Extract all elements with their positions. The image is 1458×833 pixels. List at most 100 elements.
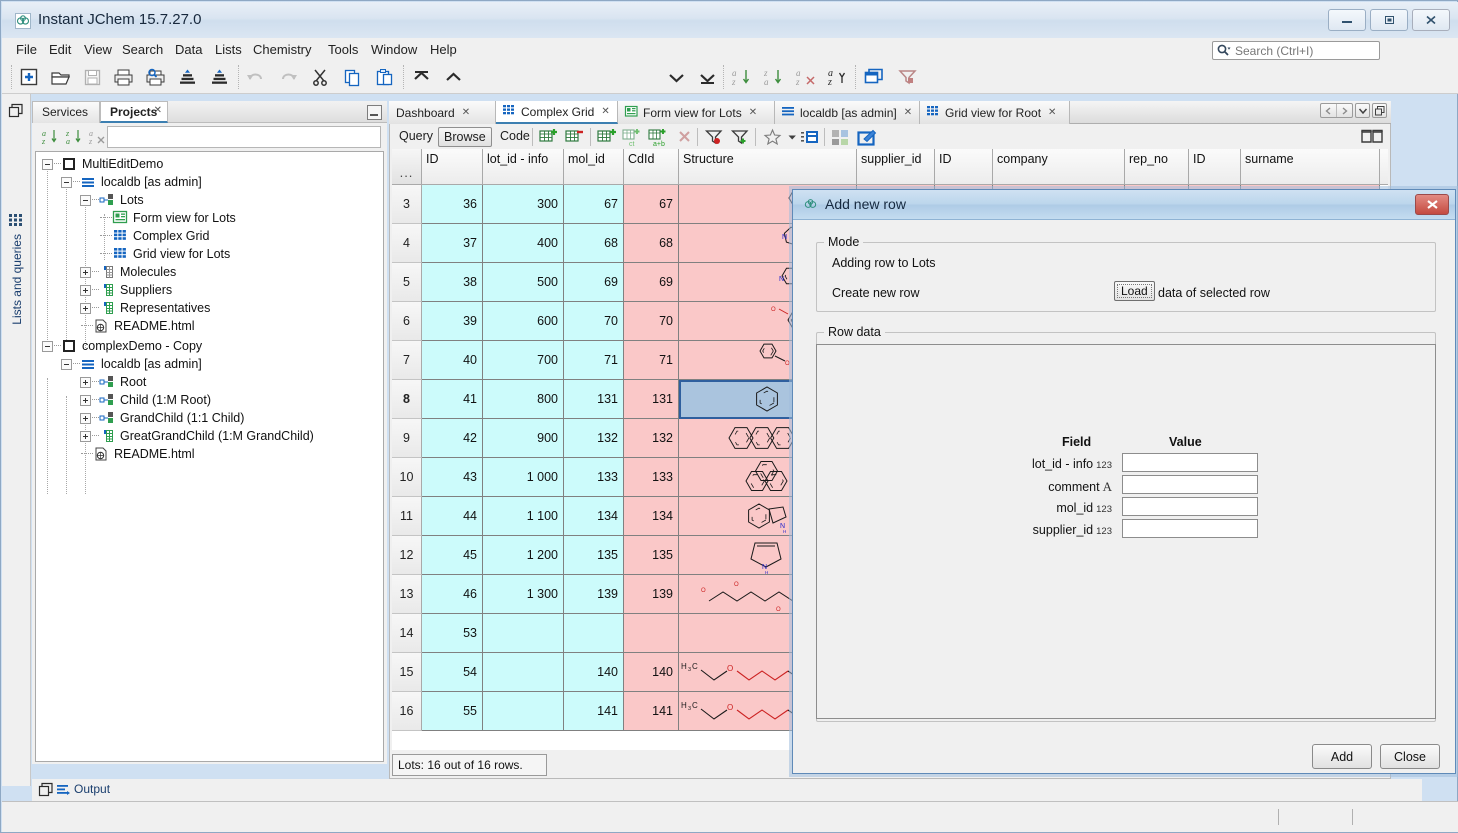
grid-header-id-2[interactable]: ID [935,149,993,185]
next-record-icon[interactable] [663,64,689,90]
cell-id[interactable]: 37 [422,224,483,263]
menu-edit[interactable]: Edit [44,41,76,58]
row-header-cell[interactable]: 6 [392,302,422,341]
print-preview-icon[interactable] [142,64,168,90]
tab-scroll-buttons[interactable] [1320,103,1353,118]
detail-view-icon[interactable] [799,127,821,147]
tree-node-root[interactable]: Root [80,373,146,391]
tree-node-readme-2[interactable]: README.html [80,445,195,463]
expander-plus-icon[interactable] [80,431,91,442]
cell-lot_id[interactable]: 700 [483,341,564,380]
redo-icon[interactable] [275,64,301,90]
expander-minus-icon[interactable] [61,359,72,370]
cell-cdid[interactable]: 140 [624,653,679,692]
expander-plus-icon[interactable] [80,285,91,296]
cell-mol_id[interactable]: 140 [564,653,624,692]
cell-lot_id[interactable]: 1 200 [483,536,564,575]
book-view-icon[interactable] [1362,127,1384,147]
projects-filter-input[interactable] [107,126,381,148]
menu-lists[interactable]: Lists [210,41,247,58]
cell-lot_id[interactable]: 800 [483,380,564,419]
field-input-lot-id[interactable] [1122,453,1258,472]
tab-close-icon[interactable]: ✕ [904,107,912,118]
cell-lot_id[interactable]: 900 [483,419,564,458]
edit-layout-icon[interactable] [856,127,878,147]
menu-window[interactable]: Window [366,41,422,58]
new-window-icon[interactable] [861,64,887,90]
paste-icon[interactable] [371,64,397,90]
cell-mol_id[interactable]: 139 [564,575,624,614]
cell-cdid[interactable]: 131 [624,380,679,419]
cell-lot_id[interactable] [483,692,564,731]
tree-node-localdb-2[interactable]: localdb [as admin] [61,355,202,373]
expander-minus-icon[interactable] [42,341,53,352]
tree-node-grid-view-for-lots[interactable]: Grid view for Lots [99,245,230,263]
row-header-cell[interactable]: 9 [392,419,422,458]
grid-header-lot-id[interactable]: lot_id - info [483,149,564,185]
menu-tools[interactable]: Tools [323,41,363,58]
cell-cdid[interactable]: 67 [624,185,679,224]
cell-id[interactable]: 42 [422,419,483,458]
cell-mol_id[interactable]: 135 [564,536,624,575]
expander-plus-icon[interactable] [80,377,91,388]
mode-browse[interactable]: Browse [438,127,492,147]
filter-icon[interactable] [895,64,921,90]
import-icon[interactable] [174,64,200,90]
tab-close-icon[interactable]: ✕ [601,106,609,117]
new-project-icon[interactable] [16,64,42,90]
open-project-icon[interactable] [47,64,73,90]
expander-plus-icon[interactable] [80,413,91,424]
cell-id[interactable]: 40 [422,341,483,380]
cell-id[interactable]: 54 [422,653,483,692]
undo-icon[interactable] [243,64,269,90]
cell-mol_id[interactable]: 131 [564,380,624,419]
add-row-icon[interactable] [538,127,560,147]
cell-id[interactable]: 46 [422,575,483,614]
sort-az-icon[interactable]: az [41,128,61,146]
mode-code[interactable]: Code [495,127,535,145]
cell-mol_id[interactable]: 134 [564,497,624,536]
cell-id[interactable]: 41 [422,380,483,419]
tab-projects[interactable]: Projects ✕ [100,101,168,123]
tab-list-icon[interactable] [1355,103,1370,118]
export-icon[interactable] [206,64,232,90]
row-header-cell[interactable]: 10 [392,458,422,497]
save-icon[interactable] [79,64,105,90]
load-button[interactable]: Load [1114,281,1155,301]
output-label[interactable]: Output [74,782,110,796]
grid-header-surname[interactable]: surname [1241,149,1380,185]
cell-id[interactable]: 36 [422,185,483,224]
tree-node-complexdemo-copy[interactable]: complexDemo - Copy [42,337,202,355]
cell-mol_id[interactable]: 71 [564,341,624,380]
cell-id[interactable]: 44 [422,497,483,536]
add-button[interactable]: Add [1312,744,1372,769]
tab-close-icon[interactable]: ✕ [749,107,757,118]
field-input-supplier-id[interactable] [1122,519,1258,538]
row-header-cell[interactable]: 4 [392,224,422,263]
list-icon[interactable] [9,214,24,229]
cell-cdid[interactable]: 68 [624,224,679,263]
grid-header-corner[interactable]: ... [392,149,422,185]
cell-lot_id[interactable]: 1 100 [483,497,564,536]
expander-plus-icon[interactable] [80,395,91,406]
cell-cdid[interactable] [624,614,679,653]
cell-lot_id[interactable]: 600 [483,302,564,341]
dialog-close-icon[interactable] [1415,194,1449,215]
cell-mol_id[interactable]: 67 [564,185,624,224]
sort-asc-icon[interactable]: az [729,64,755,90]
grid-header-supplier-id[interactable]: supplier_id [857,149,935,185]
field-input-comment[interactable] [1122,475,1258,494]
tab-services[interactable]: Services [32,101,100,123]
row-header-cell[interactable]: 5 [392,263,422,302]
layout-icon[interactable] [830,127,852,147]
field-input-mol-id[interactable] [1122,497,1258,516]
mode-query[interactable]: Query [394,127,438,145]
cell-id[interactable]: 38 [422,263,483,302]
maximize-tab-icon[interactable] [1372,103,1387,118]
close-button[interactable] [1412,9,1450,31]
tree-node-greatgrandchild[interactable]: GreatGrandChild (1:M GrandChild) [80,427,314,445]
tab-close-icon[interactable]: ✕ [462,107,470,118]
minimize-panel-button[interactable] [367,105,382,120]
tree-node-lots[interactable]: Lots [80,191,144,209]
tab-close-icon[interactable]: ✕ [1048,107,1056,118]
